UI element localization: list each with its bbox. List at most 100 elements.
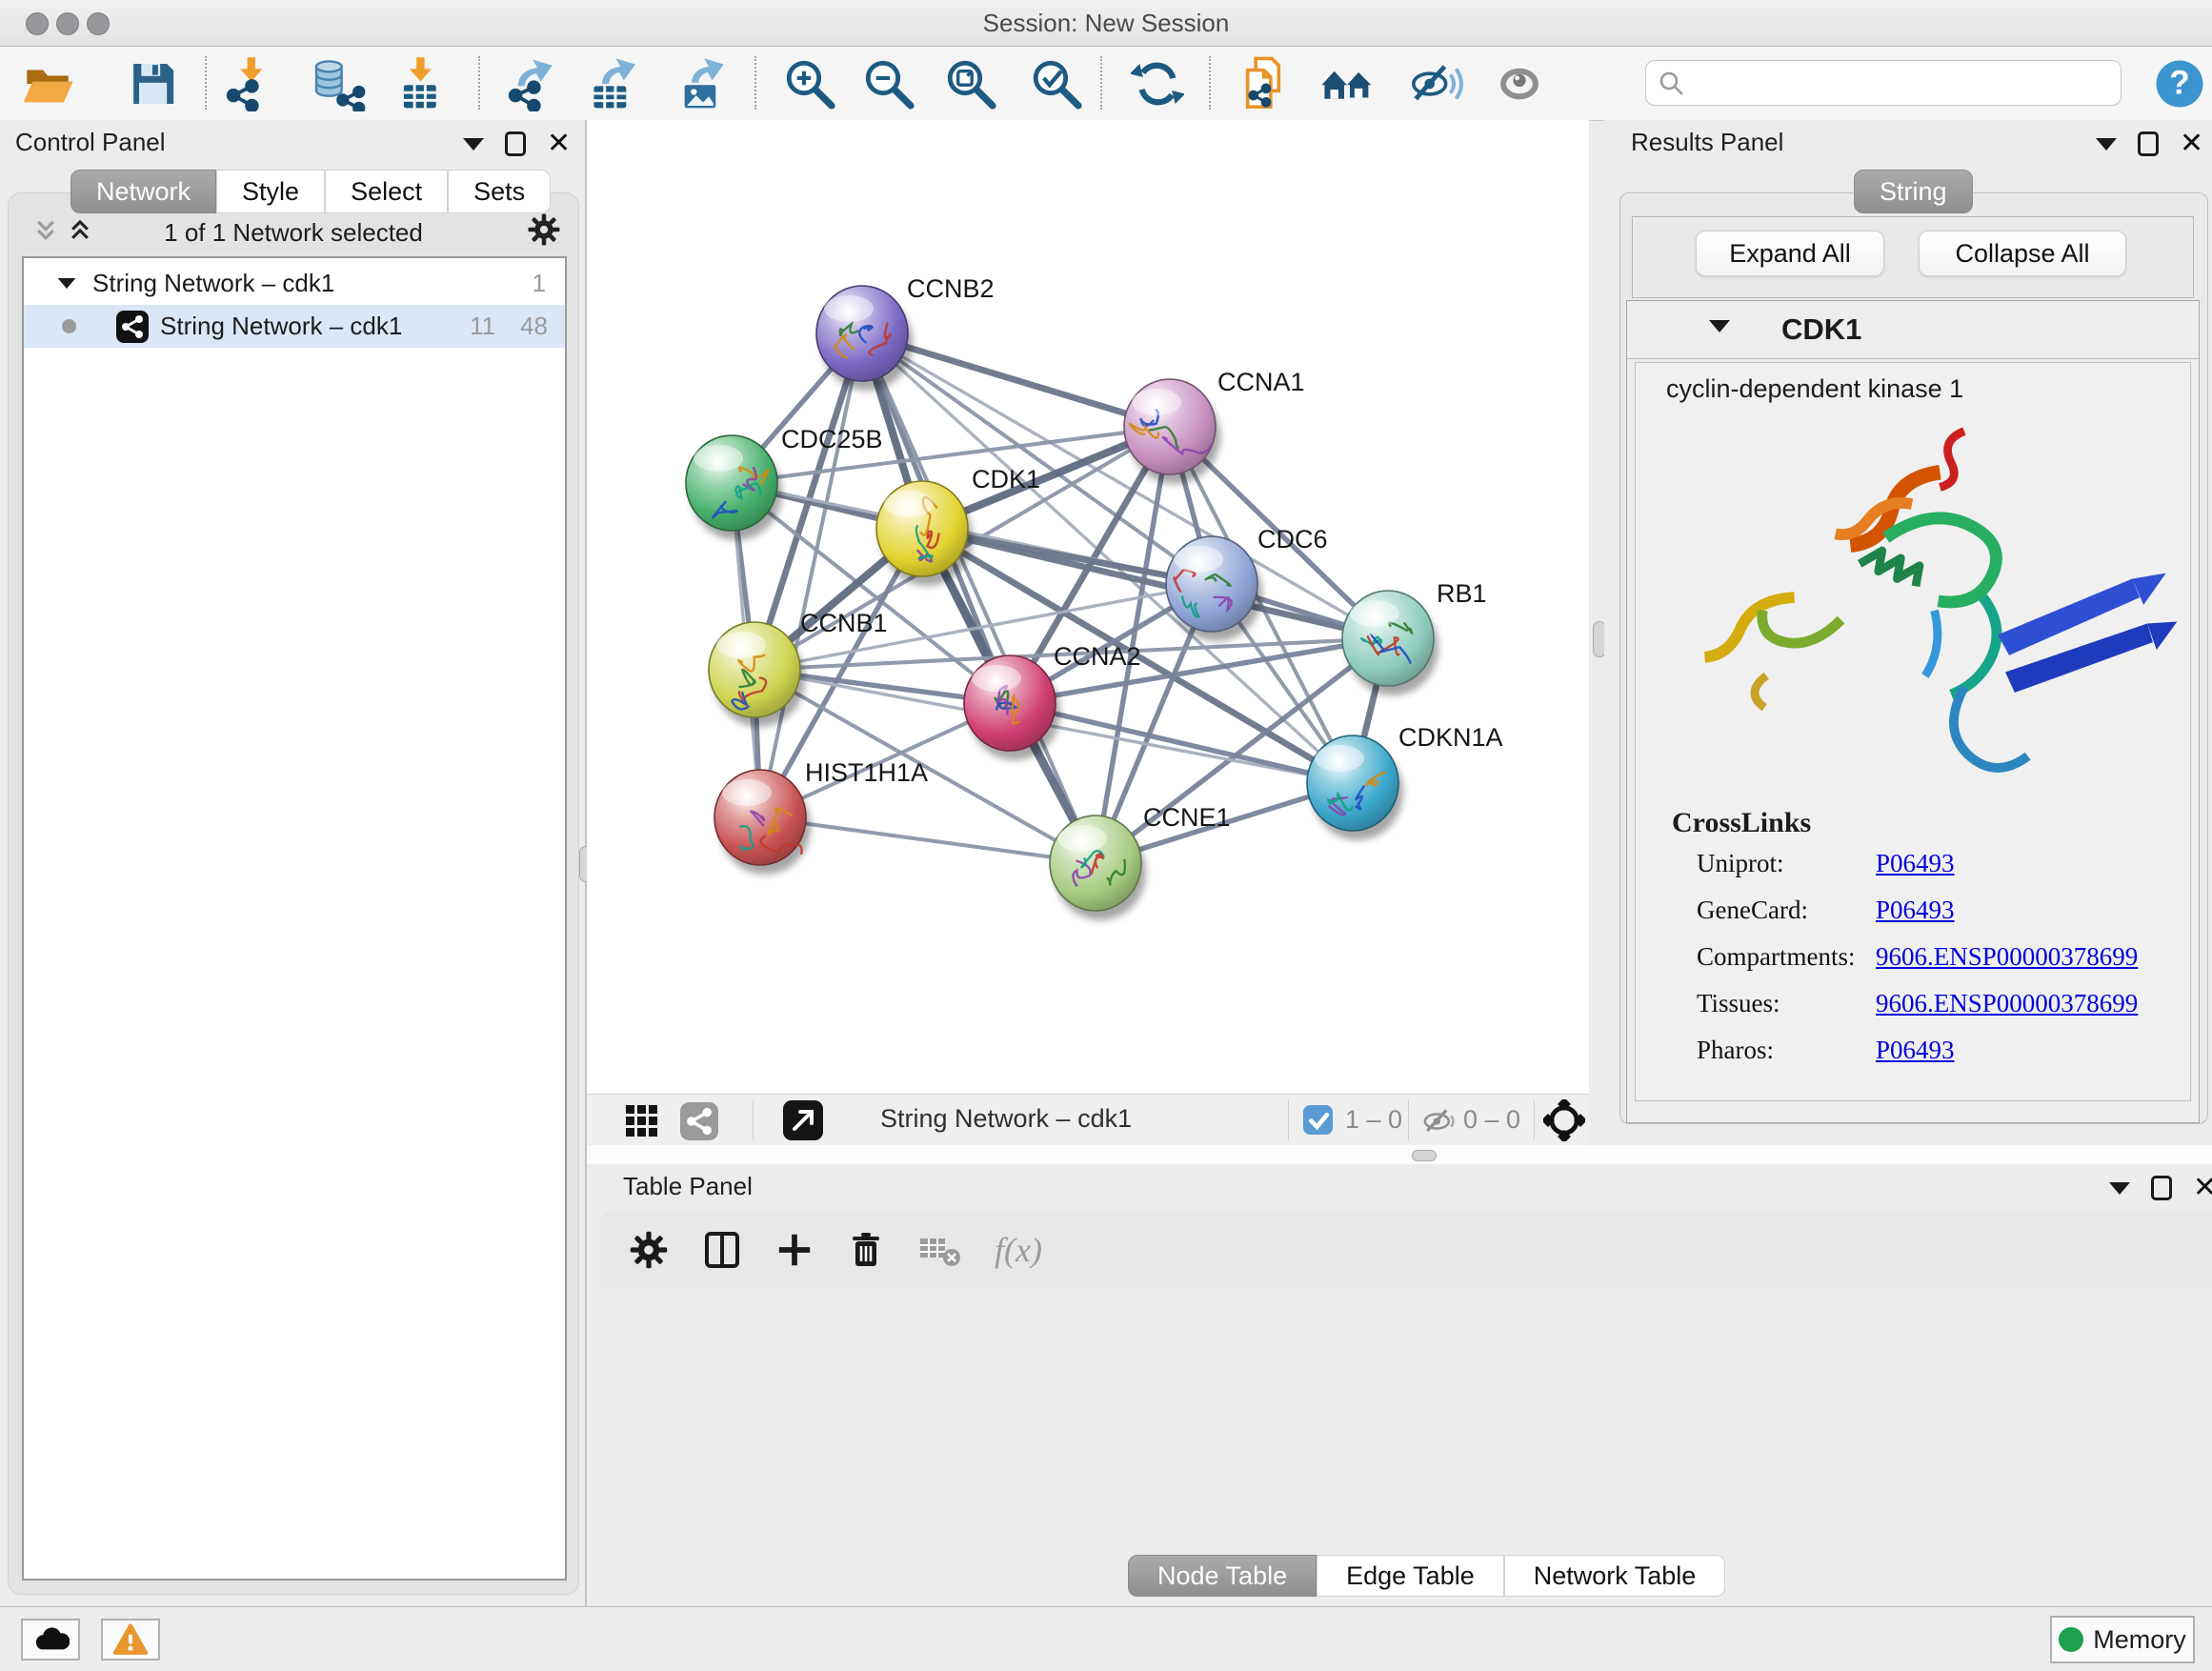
- hidden-count: 0 – 0: [1463, 1105, 1520, 1135]
- toolbar-separator: [1408, 1100, 1409, 1140]
- tab-sets[interactable]: Sets: [448, 170, 551, 213]
- string-results-container: Expand All Collapse All CDK1 cyclin-depe…: [1619, 192, 2208, 1124]
- results-buttons-box: Expand All Collapse All: [1632, 216, 2194, 298]
- network-node-CDK1[interactable]: [876, 481, 973, 586]
- toolbar-separator: [478, 56, 480, 110]
- table-panel: Table Panel ✕: [587, 1164, 2212, 1606]
- tab-style[interactable]: Style: [216, 170, 325, 213]
- table-gear-icon[interactable]: [629, 1230, 669, 1270]
- collapse-all-button[interactable]: Collapse All: [1919, 231, 2126, 276]
- results-panel-close-icon[interactable]: ✕: [2180, 134, 2203, 153]
- eye-slash-waves-icon: [1409, 56, 1464, 111]
- tab-string[interactable]: String: [1854, 170, 1973, 213]
- gear-icon[interactable]: [527, 212, 561, 247]
- network-node-CCNA1[interactable]: [1124, 379, 1220, 484]
- control-panel-close-icon[interactable]: ✕: [547, 134, 571, 153]
- network-row[interactable]: String Network – cdk1 11 48: [24, 305, 565, 348]
- fit-selected-crosshair-icon[interactable]: [1543, 1099, 1585, 1141]
- control-panel-menu-icon[interactable]: [463, 138, 484, 151]
- network-node-CDC25B[interactable]: [686, 435, 782, 540]
- memory-button[interactable]: Memory: [2050, 1616, 2195, 1663]
- table-panel-close-icon[interactable]: ✕: [2193, 1178, 2212, 1198]
- save-session-button[interactable]: [124, 55, 181, 112]
- delete-column-icon[interactable]: [846, 1230, 886, 1270]
- export-network-button[interactable]: [503, 55, 560, 112]
- expand-all-button[interactable]: Expand All: [1696, 231, 1884, 276]
- table-panel-float-icon[interactable]: [2151, 1176, 2172, 1200]
- show-columns-icon[interactable]: [701, 1229, 743, 1271]
- results-panel-menu-icon[interactable]: [2096, 138, 2117, 151]
- open-session-button[interactable]: [19, 55, 76, 112]
- crosslink-value-link[interactable]: P06493: [1876, 1036, 1955, 1065]
- network-node-CDKN1A[interactable]: [1307, 735, 1403, 840]
- toolbar-separator: [753, 1100, 754, 1140]
- zoom-in-icon: [782, 56, 837, 111]
- string-home-button[interactable]: [1318, 55, 1376, 112]
- import-network-from-database-button[interactable]: [310, 55, 367, 112]
- warnings-button[interactable]: [101, 1619, 160, 1661]
- network-node-CCNB2[interactable]: [816, 286, 913, 391]
- network-status-dot: [62, 319, 76, 333]
- node-result-card: CDK1 cyclin-dependent kinase 1: [1626, 300, 2200, 1123]
- zoom-fit-button[interactable]: [942, 55, 999, 112]
- tab-edge-table[interactable]: Edge Table: [1317, 1555, 1504, 1597]
- control-panel-title: Control Panel: [15, 128, 166, 157]
- results-panel-title: Results Panel: [1631, 128, 1783, 157]
- tab-network-table[interactable]: Network Table: [1504, 1555, 1726, 1597]
- control-panel-float-icon[interactable]: [505, 131, 526, 156]
- table-panel-menu-icon[interactable]: [2109, 1182, 2130, 1195]
- string-panel-icon[interactable]: [680, 1102, 718, 1140]
- network-label: String Network – cdk1: [160, 312, 402, 341]
- export-image-button[interactable]: [674, 55, 732, 112]
- houses-icon: [1319, 56, 1375, 111]
- zoom-selected-button[interactable]: [1028, 55, 1085, 112]
- delete-table-icon: [918, 1231, 962, 1269]
- tab-node-table[interactable]: Node Table: [1128, 1555, 1317, 1597]
- birds-eye-view-icon[interactable]: [625, 1104, 659, 1138]
- export-table-icon: [586, 56, 641, 111]
- network-view-toolbar: String Network – cdk1 1 – 0 0 – 0: [587, 1094, 1589, 1146]
- import-network-button[interactable]: [221, 55, 278, 112]
- share-document-button[interactable]: [1237, 55, 1295, 112]
- network-canvas[interactable]: CCNB2CCNA1CDC25BCDK1CDC6RB1CCNB1CCNA2CDK…: [587, 120, 1589, 1094]
- network-node-RB1[interactable]: [1342, 591, 1438, 695]
- results-panel-float-icon[interactable]: [2138, 131, 2159, 156]
- add-column-icon[interactable]: [775, 1231, 814, 1269]
- crosslink-value-link[interactable]: P06493: [1876, 849, 1955, 878]
- import-table-button[interactable]: [392, 55, 450, 112]
- search-input[interactable]: [1692, 65, 2115, 99]
- node-result-header[interactable]: CDK1: [1627, 301, 2199, 359]
- detach-view-icon[interactable]: [783, 1100, 823, 1140]
- cloud-button[interactable]: [21, 1619, 80, 1661]
- horizontal-splitter[interactable]: [587, 1145, 2212, 1164]
- crosslink-value-link[interactable]: 9606.ENSP00000378699: [1876, 989, 2138, 1018]
- crosslink-value-link[interactable]: 9606.ENSP00000378699: [1876, 942, 2138, 972]
- network-node-HIST1H1A[interactable]: [714, 770, 811, 875]
- splitter-handle[interactable]: [1412, 1150, 1437, 1161]
- collapse-entry-icon[interactable]: [1709, 320, 1730, 332]
- help-button[interactable]: ?: [2151, 55, 2208, 112]
- crosslinks-title: CrossLinks: [1672, 807, 1811, 839]
- tab-select[interactable]: Select: [325, 170, 448, 213]
- zoom-out-button[interactable]: [860, 55, 917, 112]
- crosslink-label: Tissues:: [1697, 989, 1876, 1018]
- network-node-CCNE1[interactable]: [1050, 815, 1146, 920]
- zoom-in-button[interactable]: [781, 55, 838, 112]
- collection-count: 1: [533, 269, 546, 298]
- refresh-button[interactable]: [1129, 55, 1186, 112]
- save-icon: [126, 57, 179, 111]
- control-panel-tabs: NetworkStyleSelectSets: [70, 170, 551, 213]
- crosslink-value-link[interactable]: P06493: [1876, 896, 1955, 925]
- tree-collapse-icon[interactable]: [58, 278, 76, 289]
- network-node-CCNA2[interactable]: [964, 655, 1060, 760]
- protein-structure-image: [1651, 414, 2181, 788]
- zoom-fit-icon: [943, 56, 998, 111]
- selected-checkbox-icon[interactable]: [1303, 1105, 1333, 1135]
- tab-network[interactable]: Network: [70, 170, 216, 213]
- crosslink-label: Compartments:: [1697, 942, 1876, 972]
- export-table-button[interactable]: [585, 55, 642, 112]
- glass-eye-button[interactable]: [1491, 55, 1548, 112]
- hidden-eye-slash-icon[interactable]: [1419, 1102, 1458, 1140]
- network-collection-row[interactable]: String Network – cdk1 1: [24, 262, 565, 305]
- hide-glass-eye-button[interactable]: [1408, 55, 1465, 112]
